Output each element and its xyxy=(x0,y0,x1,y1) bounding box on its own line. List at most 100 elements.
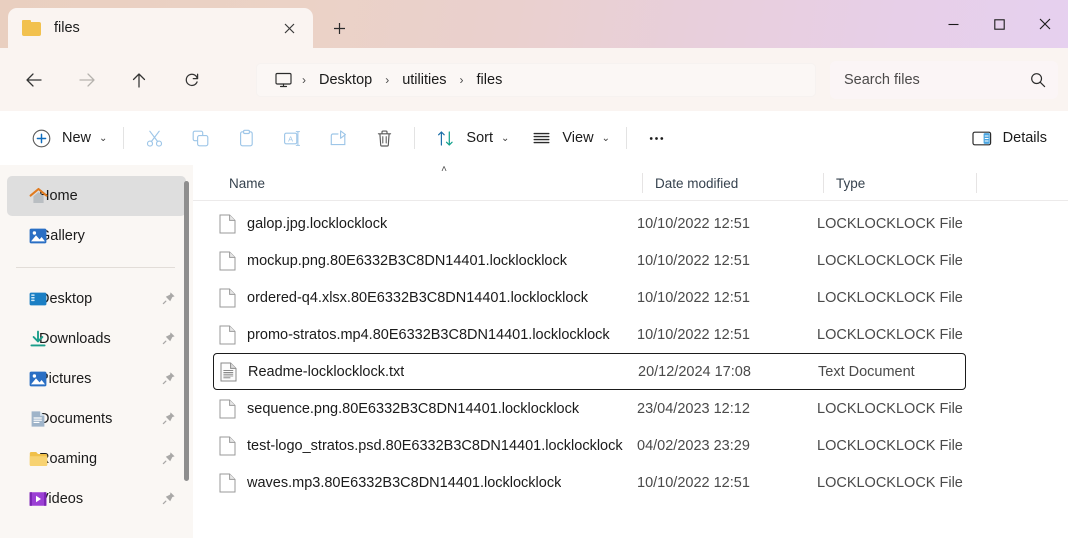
details-pane-button[interactable]: Details xyxy=(959,121,1056,155)
table-row[interactable]: promo-stratos.mp4.80E6332B3C8DN14401.loc… xyxy=(199,316,1068,353)
videos-icon xyxy=(29,490,47,508)
documents-icon xyxy=(29,410,47,428)
file-date-modified: 10/10/2022 12:51 xyxy=(637,289,750,306)
refresh-button[interactable] xyxy=(174,62,210,98)
text-document-icon xyxy=(220,362,237,382)
breadcrumb-separator: › xyxy=(302,73,306,87)
sort-button[interactable]: Sort ⌄ xyxy=(422,121,518,155)
command-toolbar: New ⌄ A Sort ⌄ View ⌄ Details xyxy=(0,111,1068,165)
chevron-down-icon: ⌄ xyxy=(601,132,610,144)
cut-button[interactable] xyxy=(131,121,177,155)
sidebar-item-videos[interactable]: Videos xyxy=(7,479,186,519)
file-name: promo-stratos.mp4.80E6332B3C8DN14401.loc… xyxy=(247,326,610,343)
file-type: LOCKLOCKLOCK File xyxy=(817,400,963,417)
new-tab-button[interactable] xyxy=(323,14,355,42)
up-button[interactable] xyxy=(121,62,157,98)
window-controls xyxy=(930,0,1068,48)
breadcrumb-item-utilities[interactable]: utilities xyxy=(393,69,455,91)
table-row[interactable]: ordered-q4.xlsx.80E6332B3C8DN14401.lockl… xyxy=(199,279,1068,316)
column-header-type[interactable]: Type xyxy=(824,165,976,201)
desktop-monitor-icon[interactable] xyxy=(267,69,298,91)
sidebar-item-roaming[interactable]: Roaming xyxy=(7,439,186,479)
file-name: galop.jpg.locklocklock xyxy=(247,215,388,232)
table-row[interactable]: sequence.png.80E6332B3C8DN14401.locklock… xyxy=(199,390,1068,427)
file-name: Readme-locklocklock.txt xyxy=(248,363,405,380)
minimize-button[interactable] xyxy=(930,0,976,48)
paste-icon xyxy=(232,124,260,152)
pin-icon[interactable] xyxy=(162,491,176,505)
close-window-button[interactable] xyxy=(1022,0,1068,48)
copy-icon xyxy=(186,124,214,152)
file-type: LOCKLOCKLOCK File xyxy=(817,474,963,491)
sidebar-item-home[interactable]: Home xyxy=(7,176,186,216)
forward-button[interactable] xyxy=(69,62,105,98)
pin-icon[interactable] xyxy=(162,291,176,305)
sort-button-label: Sort xyxy=(466,130,493,146)
pin-icon[interactable] xyxy=(162,451,176,465)
column-header-name[interactable]: Name xyxy=(217,165,642,201)
rename-icon: A xyxy=(278,124,306,152)
folder-icon xyxy=(22,20,41,36)
sidebar-item-gallery[interactable]: Gallery xyxy=(7,216,186,256)
new-button[interactable]: New ⌄ xyxy=(18,121,116,155)
new-button-label: New xyxy=(62,130,92,146)
sidebar-item-pictures[interactable]: Pictures xyxy=(7,359,186,399)
view-button[interactable]: View ⌄ xyxy=(518,121,619,155)
details-pane-icon xyxy=(968,124,996,152)
delete-button[interactable] xyxy=(361,121,407,155)
file-rows: galop.jpg.locklocklock 10/10/2022 12:51 … xyxy=(193,201,1068,501)
gallery-icon xyxy=(29,227,47,245)
chevron-down-icon: ⌄ xyxy=(501,132,510,144)
view-button-label: View xyxy=(562,130,594,146)
rename-button[interactable]: A xyxy=(269,121,315,155)
table-row[interactable]: waves.mp3.80E6332B3C8DN14401.locklockloc… xyxy=(199,464,1068,501)
file-name: mockup.png.80E6332B3C8DN14401.locklocklo… xyxy=(247,252,567,269)
sidebar-scrollbar[interactable] xyxy=(184,181,189,481)
sidebar-item-documents[interactable]: Documents xyxy=(7,399,186,439)
share-button[interactable] xyxy=(315,121,361,155)
plus-circle-icon xyxy=(27,124,55,152)
pin-icon[interactable] xyxy=(162,411,176,425)
column-divider[interactable] xyxy=(976,173,977,193)
svg-text:A: A xyxy=(288,134,293,143)
close-tab-icon[interactable] xyxy=(275,14,303,42)
pin-icon[interactable] xyxy=(162,371,176,385)
title-bar: files xyxy=(0,0,1068,48)
back-button[interactable] xyxy=(16,62,52,98)
tab-title: files xyxy=(54,20,80,36)
browser-tab-files[interactable]: files xyxy=(8,8,313,48)
file-date-modified: 20/12/2024 17:08 xyxy=(638,363,751,380)
more-options-button[interactable] xyxy=(634,121,680,155)
copy-button[interactable] xyxy=(177,121,223,155)
file-type: LOCKLOCKLOCK File xyxy=(817,326,963,343)
explorer-body: Home Gallery Desktop Downloads Pictures … xyxy=(0,165,1068,538)
download-icon xyxy=(29,330,47,348)
column-header-date-modified[interactable]: Date modified xyxy=(643,165,823,201)
generic-file-icon xyxy=(219,288,236,308)
sidebar-item-desktop[interactable]: Desktop xyxy=(7,279,186,319)
breadcrumb-item-files[interactable]: files xyxy=(468,69,512,91)
maximize-button[interactable] xyxy=(976,0,1022,48)
paste-button[interactable] xyxy=(223,121,269,155)
pin-icon[interactable] xyxy=(162,331,176,345)
sort-arrows-icon xyxy=(431,124,459,152)
search-box[interactable]: Search files xyxy=(830,61,1058,99)
file-date-modified: 10/10/2022 12:51 xyxy=(637,215,750,232)
table-row[interactable]: mockup.png.80E6332B3C8DN14401.locklocklo… xyxy=(199,242,1068,279)
table-row[interactable]: test-logo_stratos.psd.80E6332B3C8DN14401… xyxy=(199,427,1068,464)
folder-icon xyxy=(29,451,48,467)
file-name: ordered-q4.xlsx.80E6332B3C8DN14401.lockl… xyxy=(247,289,588,306)
sidebar-item-downloads[interactable]: Downloads xyxy=(7,319,186,359)
home-icon xyxy=(29,187,48,205)
scissors-icon xyxy=(140,124,168,152)
chevron-down-icon: ⌄ xyxy=(99,132,108,144)
breadcrumb-separator: › xyxy=(459,73,464,87)
file-date-modified: 10/10/2022 12:51 xyxy=(637,326,750,343)
search-input[interactable]: Search files xyxy=(844,72,1030,88)
search-icon xyxy=(1030,72,1046,88)
file-date-modified: 04/02/2023 23:29 xyxy=(637,437,750,454)
generic-file-icon xyxy=(219,436,236,456)
table-row-selected[interactable]: Readme-locklocklock.txt 20/12/2024 17:08… xyxy=(213,353,966,390)
table-row[interactable]: galop.jpg.locklocklock 10/10/2022 12:51 … xyxy=(199,205,1068,242)
breadcrumb-item-desktop[interactable]: Desktop xyxy=(310,69,381,91)
